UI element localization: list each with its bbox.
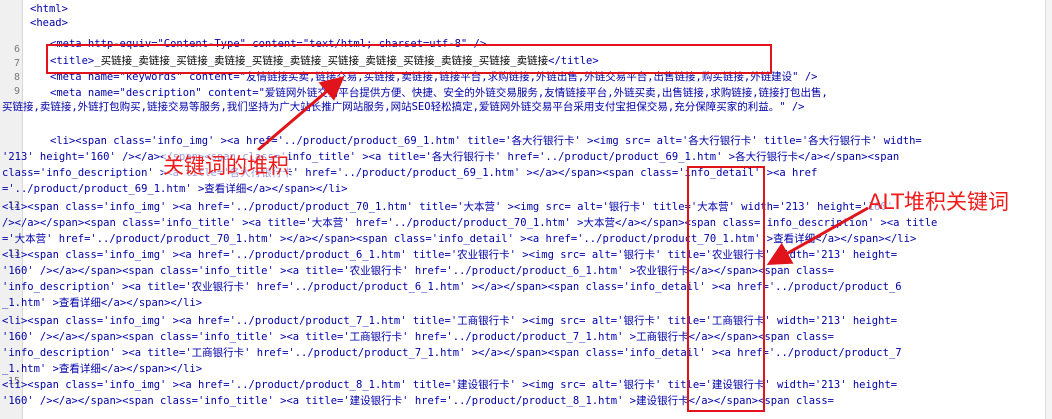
code-line: 买链接,卖链接,外链打包购买,链接交易等服务,我们坚持为广大站长推广网站服务,网…	[2, 101, 805, 113]
code-line: <html>	[30, 3, 68, 15]
keyword-stuffing-annotation: 关键词的堆积	[163, 150, 289, 180]
code-line: ='大本营' href='../product/product_70_1.htm…	[2, 233, 917, 245]
code-line: /></a></span><span class='info_title' ><…	[2, 217, 938, 229]
line-number: 9	[13, 86, 20, 97]
code-line: 'info_description' ><a title='工商银行卡' hre…	[2, 347, 902, 359]
code-line: '213' height='160' /></a></span><span cl…	[2, 151, 900, 163]
line-number: 6	[13, 44, 20, 55]
vertical-scrollbar[interactable]	[1045, 0, 1052, 419]
code-line: <li><span class='info_img' ><a href='../…	[50, 135, 922, 147]
code-line: <meta name="description" content="爱链网外链交…	[50, 87, 828, 99]
line-number: 7	[13, 58, 20, 69]
code-line: 'info_description' ><a title='农业银行卡' hre…	[2, 281, 902, 293]
title-keyword-highlight-box	[46, 44, 772, 74]
code-line: _1.htm' >查看详细</a></span></li>	[2, 363, 203, 375]
code-line: <head>	[30, 17, 68, 29]
line-number: 8	[13, 72, 20, 83]
alt-keyword-highlight-box	[687, 166, 765, 412]
code-line: ='../product/product_69_1.htm' >查看详细</a>…	[2, 183, 348, 195]
code-line: _1.htm' >查看详细</a></span></li>	[2, 297, 203, 309]
alt-stuffing-annotation: ALT堆积关键词	[868, 186, 1010, 216]
